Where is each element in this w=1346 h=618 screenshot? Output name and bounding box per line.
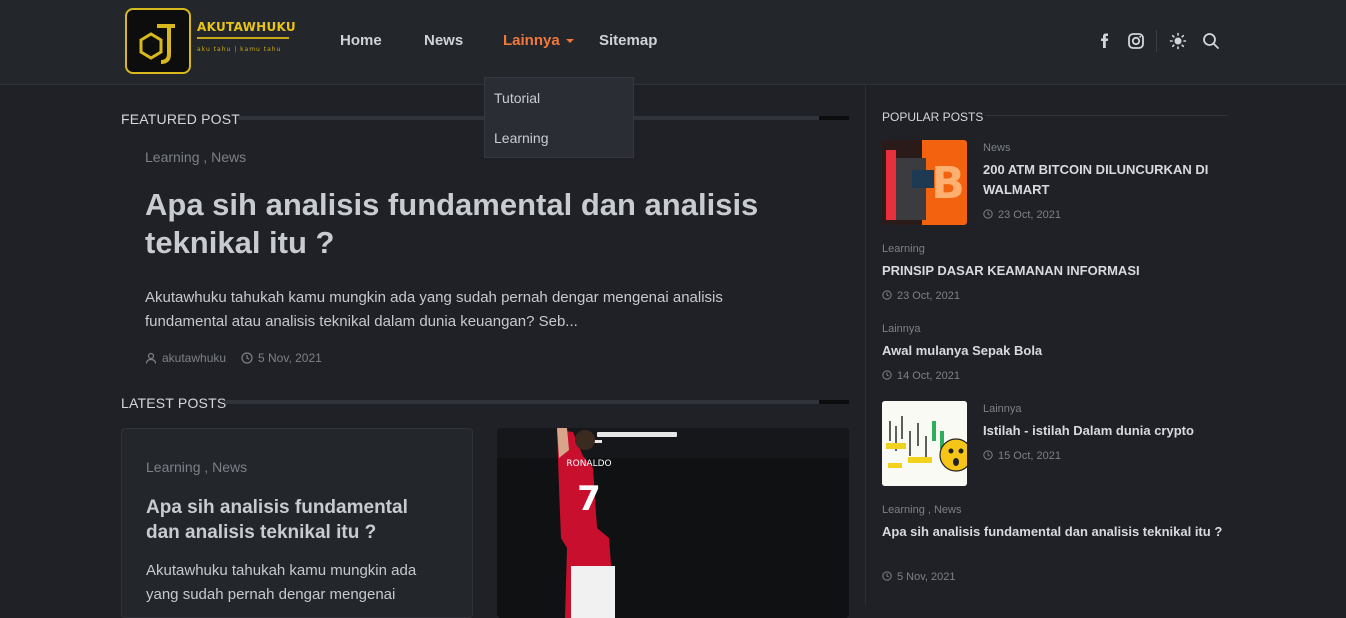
popular-1-date-text: 23 Oct, 2021	[998, 209, 1061, 221]
header-divider	[1156, 30, 1157, 52]
logo-underline	[197, 37, 289, 39]
latest-section-cap	[819, 400, 849, 404]
popular-4-date-text: 15 Oct, 2021	[998, 450, 1061, 462]
popular-1-title[interactable]: 200 ATM BITCOIN DILUNCURKAN DI WALMART	[983, 160, 1233, 200]
featured-title[interactable]: Apa sih analisis fundamental dan analisi…	[145, 186, 785, 262]
user-icon	[145, 352, 157, 364]
featured-date: 5 Nov, 2021	[241, 351, 322, 365]
nav-sitemap[interactable]: Sitemap	[599, 32, 657, 49]
popular-1-date: 23 Oct, 2021	[983, 209, 1061, 221]
popular-section-line	[985, 115, 1228, 116]
dropdown-item-tutorial[interactable]: Tutorial	[494, 90, 540, 106]
popular-thumb-4[interactable]	[882, 401, 967, 486]
theme-toggle-icon[interactable]	[1169, 32, 1187, 50]
featured-section-title: FEATURED POST	[121, 111, 241, 127]
nav-lainnya[interactable]: Lainnya	[503, 32, 574, 49]
latest-post-card[interactable]: Learning , News Apa sih analisis fundame…	[121, 428, 473, 618]
svg-text:B: B	[931, 158, 965, 209]
popular-2-date-text: 23 Oct, 2021	[897, 290, 960, 302]
popular-5-category[interactable]: Learning , News	[882, 504, 962, 516]
popular-3-category[interactable]: Lainnya	[882, 323, 921, 335]
popular-3-date-text: 14 Oct, 2021	[897, 370, 960, 382]
nav-home[interactable]: Home	[340, 32, 382, 49]
popular-5-title[interactable]: Apa sih analisis fundamental dan analisi…	[882, 522, 1234, 542]
popular-5-date-text: 5 Nov, 2021	[897, 571, 956, 583]
sidebar-divider	[865, 84, 866, 604]
featured-section-cap	[819, 116, 849, 120]
logo-tagline: aku tahu | kamu tahu	[197, 46, 282, 53]
site-header: AKUTAWHUKU aku tahu | kamu tahu Home New…	[0, 0, 1346, 85]
popular-2-category[interactable]: Learning	[882, 243, 925, 255]
popular-4-category[interactable]: Lainnya	[983, 403, 1022, 415]
featured-date-text: 5 Nov, 2021	[258, 351, 322, 365]
popular-5-date: 5 Nov, 2021	[882, 571, 956, 583]
instagram-icon[interactable]	[1127, 32, 1145, 50]
lainnya-dropdown-menu: Tutorial Learning	[484, 77, 634, 158]
popular-2-date: 23 Oct, 2021	[882, 290, 960, 302]
jersey-name: RONALDO	[566, 459, 611, 469]
card-categories[interactable]: Learning , News	[146, 459, 247, 475]
site-logo[interactable]: AKUTAWHUKU aku tahu | kamu tahu	[125, 8, 296, 76]
search-icon[interactable]	[1202, 32, 1220, 50]
nav-lainnya-label: Lainnya	[503, 32, 560, 49]
popular-3-title[interactable]: Awal mulanya Sepak Bola	[882, 341, 1232, 361]
clock-icon	[241, 352, 253, 364]
popular-3-date: 14 Oct, 2021	[882, 370, 960, 382]
popular-2-title[interactable]: PRINSIP DASAR KEAMANAN INFORMASI	[882, 261, 1232, 281]
popular-4-date: 15 Oct, 2021	[983, 450, 1061, 462]
featured-snippet: Akutawhuku tahukah kamu mungkin ada yang…	[145, 289, 723, 330]
popular-section-title: POPULAR POSTS	[882, 110, 984, 124]
featured-categories[interactable]: Learning , News	[145, 149, 246, 165]
chevron-down-icon	[565, 39, 574, 44]
card-title[interactable]: Apa sih analisis fundamental dan analisi…	[146, 495, 446, 545]
featured-author[interactable]: akutawhuku	[145, 351, 226, 365]
popular-1-category[interactable]: News	[983, 142, 1011, 154]
clock-icon	[983, 209, 993, 219]
logo-mark	[125, 8, 191, 74]
latest-section-line	[224, 400, 849, 404]
popular-thumb-1[interactable]: B	[882, 140, 967, 225]
clock-icon	[983, 450, 993, 460]
clock-icon	[882, 290, 892, 300]
clock-icon	[882, 571, 892, 581]
author-name: akutawhuku	[162, 351, 227, 365]
latest-post-image[interactable]: RONALDO 7	[497, 428, 849, 618]
logo-wordmark: AKUTAWHUKU	[197, 20, 296, 34]
popular-4-title[interactable]: Istilah - istilah Dalam dunia crypto	[983, 421, 1233, 441]
clock-icon	[882, 370, 892, 380]
facebook-icon[interactable]	[1096, 32, 1114, 50]
dropdown-item-learning[interactable]: Learning	[494, 130, 549, 146]
latest-section-title: LATEST POSTS	[121, 395, 227, 411]
nav-news[interactable]: News	[424, 32, 463, 49]
jersey-number: 7	[577, 479, 601, 519]
